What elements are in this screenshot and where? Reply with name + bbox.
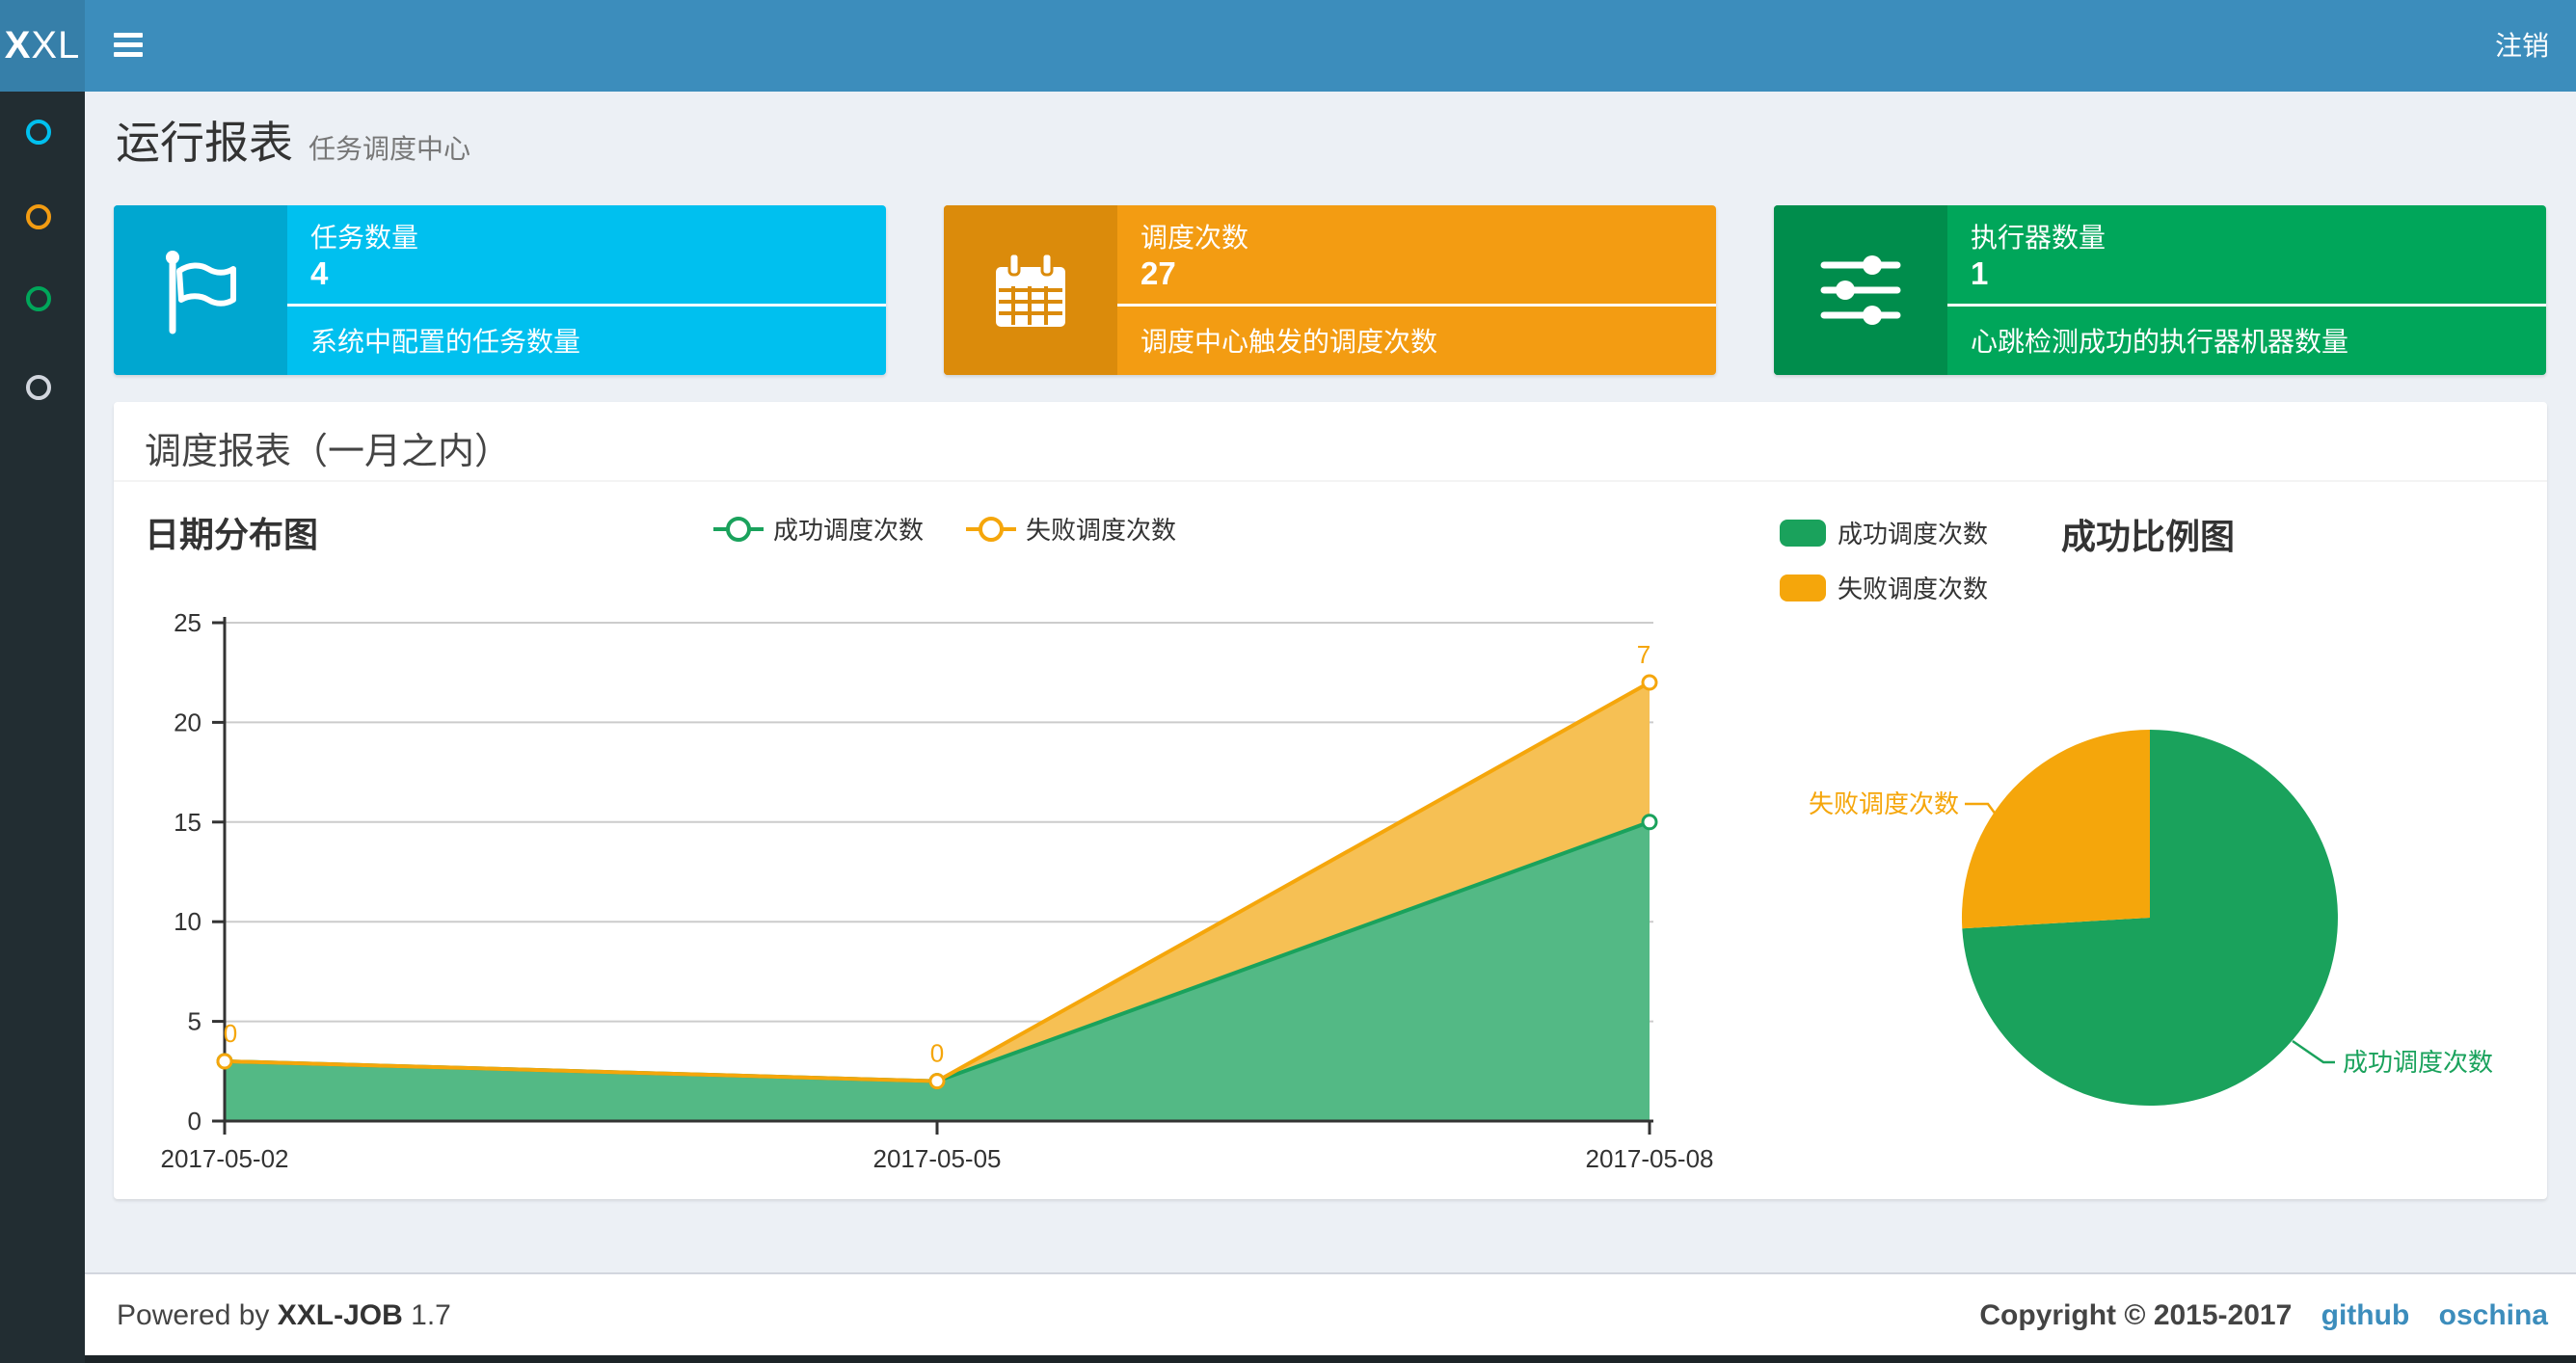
stat-label: 任务数量: [310, 223, 419, 253]
top-navbar: XXL 注销: [0, 0, 2576, 92]
logout-button[interactable]: 注销: [2495, 0, 2549, 92]
page-subtitle: 任务调度中心: [309, 134, 471, 164]
report-panel: 调度报表（一月之内） 日期分布图 成功调度次数 失败调度次数 成功调度次数 失败调度…: [114, 402, 2547, 1199]
page-title: 运行报表 任务调度中心: [116, 118, 471, 168]
oschina-link[interactable]: oschina: [2439, 1299, 2548, 1331]
stat-box-triggers: 调度次数 27 调度中心触发的调度次数: [944, 205, 1716, 375]
stat-value: 4: [310, 255, 329, 291]
svg-text:0: 0: [930, 1039, 944, 1068]
report-panel-body: 日期分布图 成功调度次数 失败调度次数 成功调度次数 失败调度次数 成功比例图 05…: [114, 482, 2547, 1199]
report-panel-title: 调度报表（一月之内）: [145, 432, 512, 472]
svg-text:0: 0: [224, 1019, 237, 1048]
svg-text:5: 5: [188, 1007, 201, 1036]
divider: [1117, 304, 1716, 307]
app-logo-bold: X: [4, 24, 32, 67]
stat-description: 调度中心触发的调度次数: [1140, 327, 1438, 357]
stat-label: 执行器数量: [1971, 223, 2106, 253]
svg-text:25: 25: [174, 608, 201, 637]
svg-text:7: 7: [1637, 640, 1650, 669]
sidebar-item-0-circle-o-icon[interactable]: [24, 118, 53, 147]
powered-by-text: Powered by XXL-JOB 1.7: [117, 1299, 451, 1331]
report-panel-header: 调度报表（一月之内）: [114, 402, 2547, 482]
calendar-icon: [944, 205, 1117, 375]
svg-text:2017-05-08: 2017-05-08: [1586, 1144, 1714, 1173]
github-link[interactable]: github: [2321, 1299, 2410, 1331]
stat-description: 系统中配置的任务数量: [310, 327, 581, 357]
sidebar-item-2-circle-o-icon[interactable]: [24, 284, 53, 313]
svg-text:20: 20: [174, 708, 201, 736]
stat-value: 1: [1971, 255, 1989, 291]
divider: [287, 304, 886, 307]
sidebar-item-1-circle-o-icon[interactable]: [24, 202, 53, 231]
svg-text:成功调度次数: 成功调度次数: [2343, 1048, 2493, 1077]
svg-text:失败调度次数: 失败调度次数: [1809, 789, 1959, 818]
svg-text:0: 0: [188, 1107, 201, 1136]
svg-text:2017-05-02: 2017-05-02: [161, 1144, 289, 1173]
date-distribution-chart: 05101520252017-05-02 2017-05-05 2017-05-08…: [161, 608, 1714, 1173]
stat-label: 调度次数: [1140, 223, 1249, 253]
flag-icon: [114, 205, 287, 375]
sliders-icon: [1774, 205, 1947, 375]
svg-text:15: 15: [174, 808, 201, 837]
divider: [1947, 304, 2546, 307]
stat-description: 心跳检测成功的执行器机器数量: [1971, 327, 2349, 357]
page-header: 运行报表 任务调度中心: [116, 108, 470, 172]
app-logo[interactable]: XXL: [0, 0, 85, 92]
brand-name: XXL-JOB: [277, 1299, 403, 1331]
stat-value: 27: [1140, 255, 1176, 291]
app-logo-rest: XL: [31, 24, 81, 67]
success-ratio-pie-chart: 失败调度次数成功调度次数: [1809, 730, 2493, 1106]
window-bottom-edge: [0, 1355, 2576, 1363]
main-footer: Powered by XXL-JOB 1.7 Copyright © 2015-…: [85, 1272, 2576, 1357]
stat-box-jobs: 任务数量 4 系统中配置的任务数量: [114, 205, 886, 375]
svg-text:10: 10: [174, 907, 201, 936]
stat-box-executors: 执行器数量 1 心跳检测成功的执行器机器数量: [1774, 205, 2546, 375]
sidebar-toggle-icon[interactable]: [114, 33, 145, 59]
svg-text:2017-05-05: 2017-05-05: [873, 1144, 1002, 1173]
sidebar: [0, 92, 85, 1363]
sidebar-item-3-circle-o-icon[interactable]: [24, 373, 53, 402]
copyright-text: Copyright © 2015-2017: [1979, 1299, 2293, 1331]
